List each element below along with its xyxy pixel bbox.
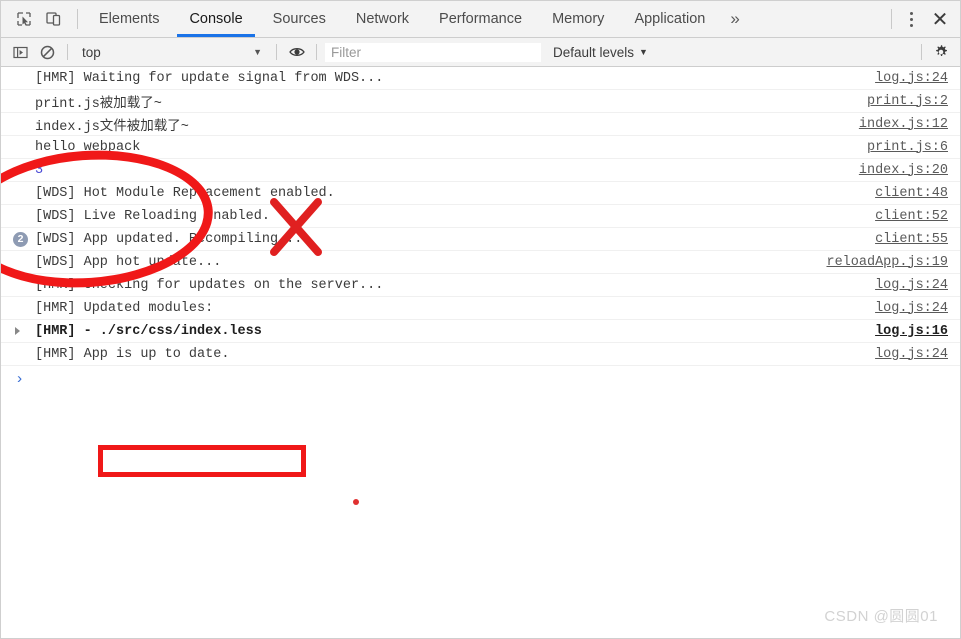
tab-console-label: Console: [189, 11, 243, 27]
console-row[interactable]: [HMR] - ./src/css/index.less log.js:16: [1, 320, 960, 343]
kebab-menu-icon[interactable]: [896, 1, 926, 37]
source-link[interactable]: index.js:20: [859, 163, 948, 178]
filterbar-divider-2: [276, 44, 277, 60]
source-link[interactable]: log.js:24: [875, 301, 948, 316]
filterbar-right-controls: [915, 44, 954, 60]
devtools-tabbar: Elements Console Sources Network Perform…: [1, 1, 960, 38]
clear-console-icon[interactable]: [34, 39, 61, 66]
tab-elements-label: Elements: [99, 11, 160, 27]
panel-tabs: Elements Console Sources Network Perform…: [84, 1, 750, 37]
watermark: CSDN @圆圆01: [824, 608, 938, 625]
console-message: index.js文件被加载了~: [35, 119, 189, 135]
tab-sources-label: Sources: [272, 11, 326, 27]
tab-performance-label: Performance: [439, 11, 523, 27]
devtools-panel: Elements Console Sources Network Perform…: [0, 0, 961, 639]
source-link[interactable]: client:55: [875, 232, 948, 247]
console-row[interactable]: [HMR] Waiting for update signal from WDS…: [1, 67, 960, 90]
inspect-cursor-icon[interactable]: [9, 1, 39, 37]
console-message: [WDS] Hot Module Replacement enabled.: [35, 185, 335, 201]
close-icon[interactable]: ✕: [926, 1, 960, 37]
console-prompt[interactable]: ›: [1, 366, 960, 392]
console-row[interactable]: [WDS] App hot update... reloadApp.js:19: [1, 251, 960, 274]
tab-application-label: Application: [634, 11, 706, 27]
more-tabs-label: »: [730, 9, 740, 28]
console-row[interactable]: [WDS] Live Reloading enabled. client:52: [1, 205, 960, 228]
row-gutter: 2: [13, 231, 35, 247]
source-link[interactable]: log.js:16: [875, 324, 948, 339]
tab-memory-label: Memory: [552, 11, 605, 27]
console-row[interactable]: [HMR] App is up to date. log.js:24: [1, 343, 960, 366]
console-message: [HMR] Updated modules:: [35, 300, 214, 316]
source-link[interactable]: client:48: [875, 186, 948, 201]
console-filter-bar: top ▼ Default levels ▼: [1, 38, 960, 67]
tab-console[interactable]: Console: [174, 1, 257, 37]
source-link[interactable]: print.js:6: [867, 140, 948, 155]
log-levels-dropdown[interactable]: Default levels ▼: [553, 45, 648, 60]
source-link[interactable]: index.js:12: [859, 117, 948, 132]
device-toolbar-icon[interactable]: [39, 1, 69, 37]
tab-application[interactable]: Application: [619, 1, 720, 37]
filterbar-divider-3: [316, 44, 317, 60]
console-message-list[interactable]: [HMR] Waiting for update signal from WDS…: [1, 67, 960, 638]
console-message: [WDS] Live Reloading enabled.: [35, 208, 270, 224]
toolbar-divider: [77, 9, 78, 29]
console-message: [WDS] App updated. Recompiling...: [35, 231, 303, 247]
close-label: ✕: [931, 8, 949, 31]
tab-elements[interactable]: Elements: [84, 1, 174, 37]
console-message: [HMR] App is up to date.: [35, 346, 230, 362]
tab-performance[interactable]: Performance: [424, 1, 537, 37]
console-row[interactable]: 3 index.js:20: [1, 159, 960, 182]
annotation-rectangle: [98, 445, 306, 477]
console-message: [WDS] App hot update...: [35, 254, 222, 270]
annotation-dot: [353, 499, 359, 505]
console-row[interactable]: index.js文件被加载了~ index.js:12: [1, 113, 960, 136]
console-message: 3: [35, 162, 44, 178]
tab-network-label: Network: [355, 11, 410, 27]
filter-input[interactable]: [325, 42, 541, 62]
tab-memory[interactable]: Memory: [537, 1, 619, 37]
console-message: [HMR] Checking for updates on the server…: [35, 277, 384, 293]
console-row[interactable]: [WDS] Hot Module Replacement enabled. cl…: [1, 182, 960, 205]
console-row[interactable]: [HMR] Updated modules: log.js:24: [1, 297, 960, 320]
source-link[interactable]: print.js:2: [867, 94, 948, 109]
tabbar-right-controls: ✕: [887, 1, 960, 37]
source-link[interactable]: log.js:24: [875, 347, 948, 362]
execution-context-selector[interactable]: top ▼: [74, 45, 270, 60]
console-message: [HMR] Waiting for update signal from WDS…: [35, 70, 384, 86]
console-row[interactable]: 2 [WDS] App updated. Recompiling... clie…: [1, 228, 960, 251]
console-row[interactable]: hello webpack print.js:6: [1, 136, 960, 159]
toolbar-divider-right: [891, 9, 892, 29]
more-tabs-icon[interactable]: »: [720, 1, 749, 37]
source-link[interactable]: client:52: [875, 209, 948, 224]
filterbar-divider-4: [921, 44, 922, 60]
console-message: print.js被加载了~: [35, 96, 162, 112]
console-sidebar-icon[interactable]: [7, 39, 34, 66]
row-gutter: [13, 327, 35, 335]
source-link[interactable]: log.js:24: [875, 278, 948, 293]
console-message: hello webpack: [35, 139, 141, 155]
expand-triangle-icon[interactable]: [15, 327, 20, 335]
source-link[interactable]: reloadApp.js:19: [826, 255, 948, 270]
prompt-chevron-icon: ›: [15, 370, 25, 388]
tab-sources[interactable]: Sources: [258, 1, 341, 37]
log-levels-label: Default levels: [553, 44, 635, 60]
repeat-count-badge: 2: [13, 231, 28, 247]
execution-context-label: top: [82, 44, 101, 60]
gear-icon[interactable]: [928, 44, 954, 60]
console-row[interactable]: [HMR] Checking for updates on the server…: [1, 274, 960, 297]
console-row[interactable]: print.js被加载了~ print.js:2: [1, 90, 960, 113]
source-link[interactable]: log.js:24: [875, 71, 948, 86]
console-message: [HMR] - ./src/css/index.less: [35, 323, 262, 339]
live-expression-icon[interactable]: [283, 39, 310, 66]
filterbar-divider-1: [67, 44, 68, 60]
chevron-down-icon: ▼: [253, 47, 262, 57]
chevron-down-icon: ▼: [639, 47, 648, 57]
tab-network[interactable]: Network: [341, 1, 424, 37]
